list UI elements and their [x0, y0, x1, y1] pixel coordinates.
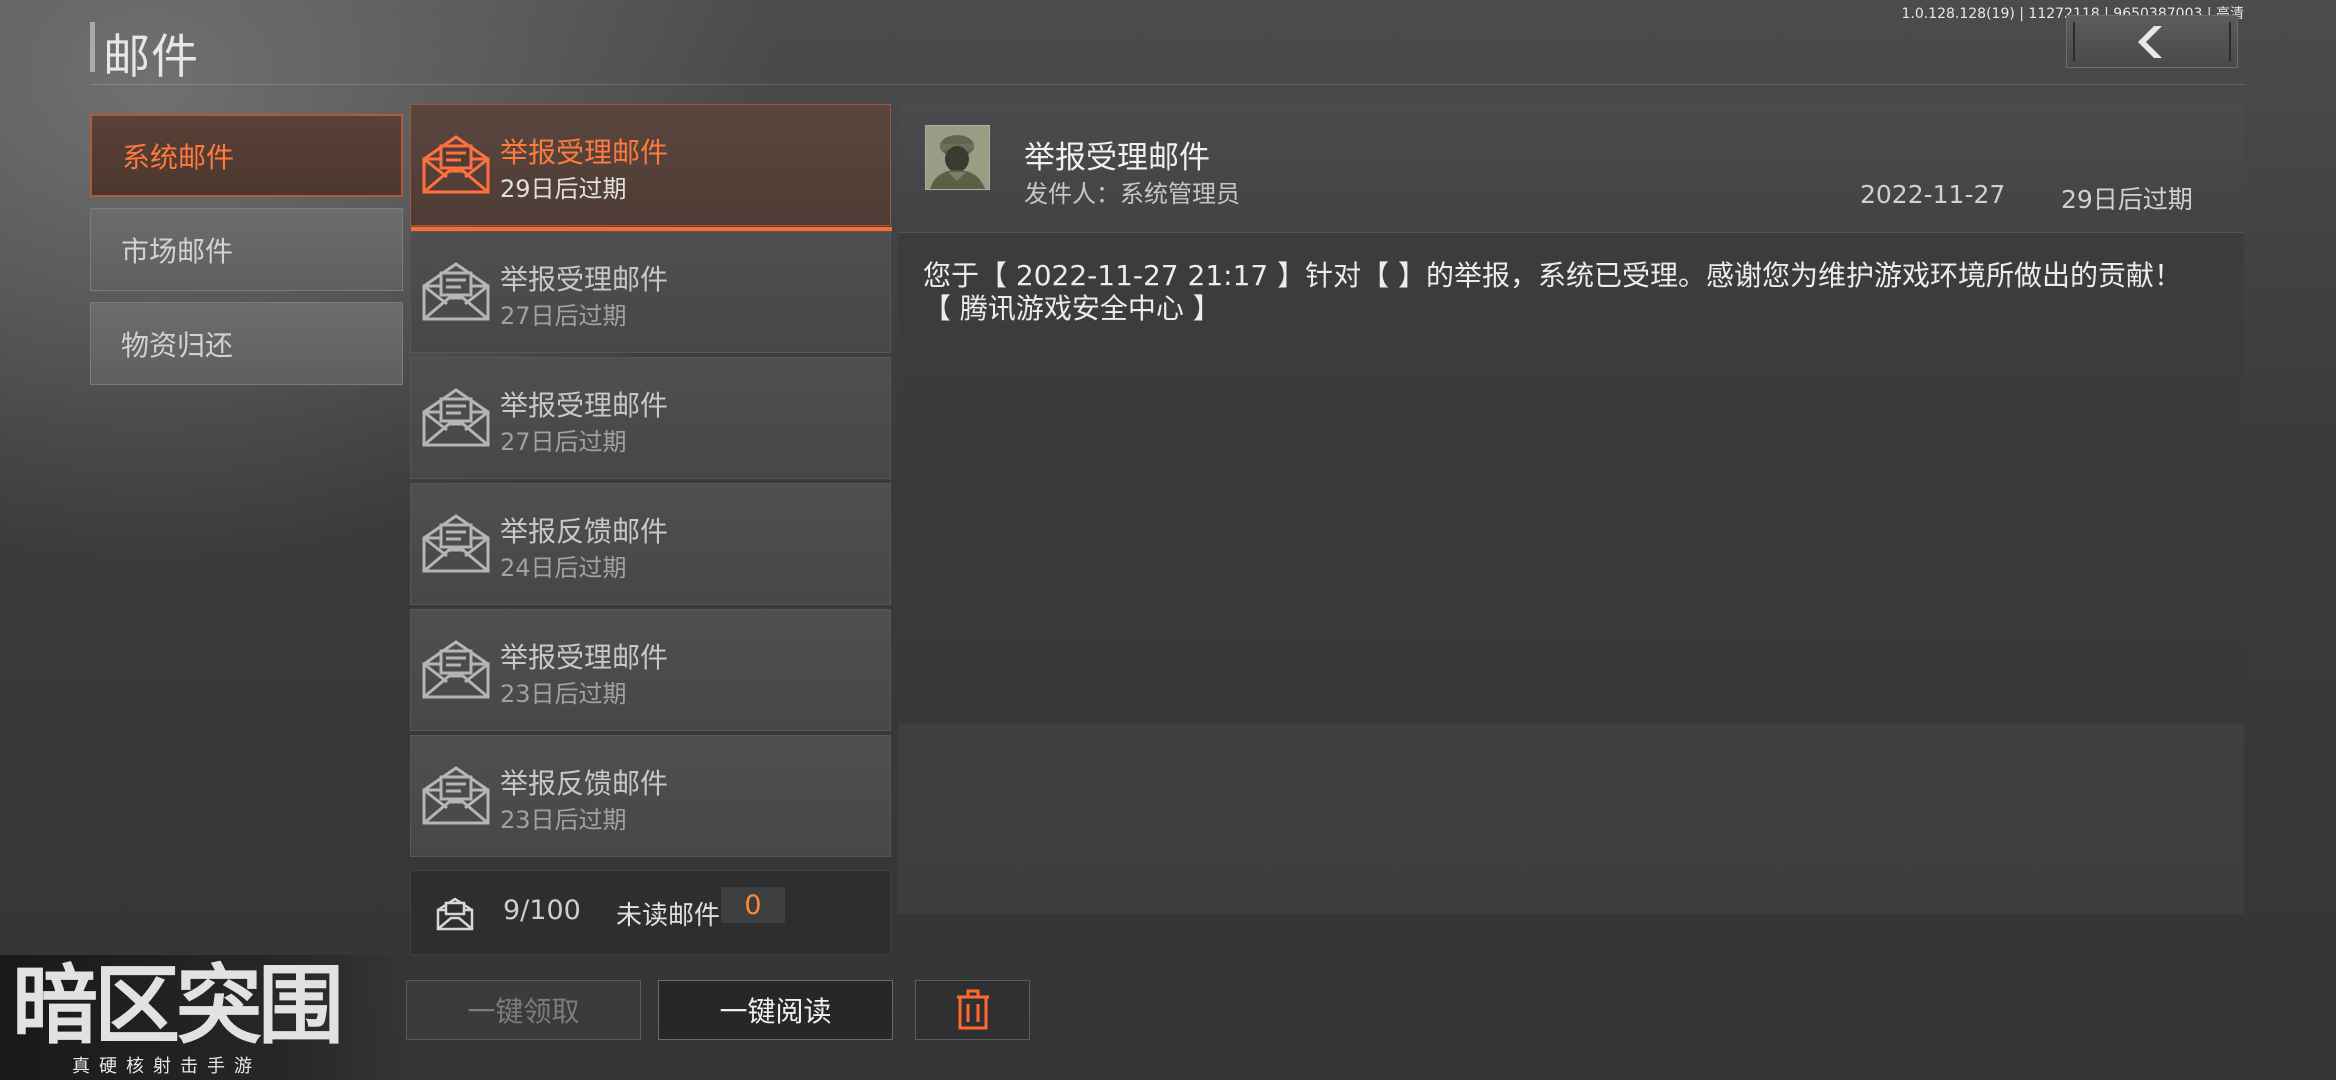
open-envelope-icon	[422, 135, 490, 194]
sender-avatar	[925, 125, 990, 190]
mail-item-title: 举报受理邮件	[500, 641, 669, 674]
mail-item[interactable]: 举报反馈邮件 24日后过期	[410, 483, 891, 605]
category-tab-label: 物资归还	[121, 328, 234, 362]
unread-count: 0	[721, 887, 785, 923]
mail-detail-body: 您于【 2022-11-27 21:17 】针对【 】的举报，系统已受理。感谢您…	[923, 259, 2182, 325]
mail-body-line: 您于【 2022-11-27 21:17 】针对【 】的举报，系统已受理。感谢您…	[923, 259, 2183, 292]
mail-detail-panel: 举报受理邮件 发件人：系统管理员 2022-11-27 29日后过期 您于【 2…	[898, 104, 2244, 914]
mail-item-expiry: 27日后过期	[500, 428, 627, 456]
category-tab-supplies-return[interactable]: 物资归还	[90, 302, 403, 385]
open-envelope-icon	[422, 640, 490, 699]
mail-count: 9/100	[503, 895, 581, 926]
mail-item-expiry: 23日后过期	[500, 680, 627, 708]
delete-button[interactable]	[915, 980, 1030, 1040]
mail-item-title: 举报反馈邮件	[500, 767, 669, 800]
mail-item-expiry: 27日后过期	[500, 302, 627, 330]
open-envelope-icon	[422, 514, 490, 573]
mail-item-title: 举报受理邮件	[500, 389, 669, 422]
mail-item[interactable]: 举报受理邮件 27日后过期	[410, 357, 891, 479]
mail-item[interactable]: 举报受理邮件 23日后过期	[410, 609, 891, 731]
claim-all-button[interactable]: 一键领取	[406, 980, 641, 1040]
category-tab-label: 市场邮件	[121, 234, 234, 268]
trash-icon	[956, 989, 989, 1030]
detail-lower-area	[898, 724, 2244, 914]
game-logo-tagline: 真硬核射击手游	[72, 1056, 261, 1077]
mail-item-title: 举报受理邮件	[500, 263, 669, 296]
mail-body-signature: 【 腾讯游戏安全中心 】	[923, 292, 1221, 325]
mail-item-title: 举报反馈邮件	[500, 515, 669, 548]
game-logo: 暗区突围	[12, 956, 344, 1056]
mail-detail-header: 举报受理邮件 发件人：系统管理员 2022-11-27 29日后过期	[898, 104, 2244, 233]
mail-item-expiry: 29日后过期	[500, 175, 627, 203]
mail-detail-sender: 发件人：系统管理员	[1024, 180, 1240, 208]
page-title: 邮件	[103, 30, 199, 85]
mail-detail-date: 2022-11-27	[1860, 180, 2006, 209]
title-accent-bar	[90, 22, 95, 72]
unread-label: 未读邮件	[616, 901, 721, 931]
mailbox-icon	[436, 897, 474, 931]
mail-item[interactable]: 举报反馈邮件 23日后过期	[410, 735, 891, 857]
mail-list[interactable]: 举报受理邮件 29日后过期 举报受理邮件 27日后过期 举报受理邮件 27日后过…	[410, 104, 892, 864]
open-envelope-icon	[422, 766, 490, 825]
soldier-avatar-icon	[926, 126, 989, 189]
category-tab-market[interactable]: 市场邮件	[90, 208, 403, 291]
mail-item[interactable]: 举报受理邮件 29日后过期	[410, 104, 892, 231]
mail-item-expiry: 23日后过期	[500, 806, 627, 834]
category-tab-system[interactable]: 系统邮件	[90, 114, 403, 197]
open-envelope-icon	[422, 262, 490, 321]
category-tab-label: 系统邮件	[122, 140, 235, 174]
mail-item[interactable]: 举报受理邮件 27日后过期	[410, 231, 891, 353]
open-envelope-icon	[422, 388, 490, 447]
mail-detail-expiry: 29日后过期	[2061, 185, 2193, 214]
mail-item-title: 举报受理邮件	[500, 136, 669, 169]
read-all-button[interactable]: 一键阅读	[658, 980, 893, 1040]
chevron-left-icon	[2138, 25, 2162, 58]
mail-detail-title: 举报受理邮件	[1024, 140, 1210, 176]
back-button[interactable]	[2066, 15, 2238, 68]
mail-item-expiry: 24日后过期	[500, 554, 627, 582]
mail-list-footer: 9/100 未读邮件 0	[410, 870, 891, 955]
header-divider	[90, 84, 2244, 85]
